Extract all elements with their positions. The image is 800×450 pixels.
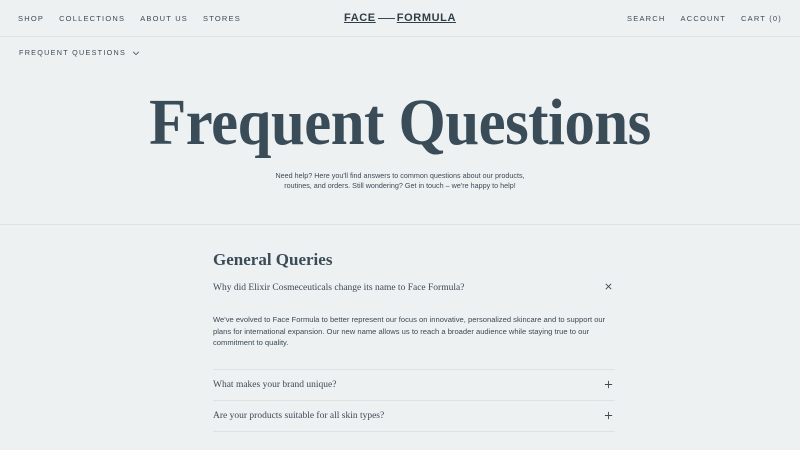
brand-logo[interactable]: FACE FORMULA bbox=[344, 11, 456, 25]
page-intro: Need help? Here you'll find answers to c… bbox=[275, 171, 525, 190]
nav-collections[interactable]: COLLECTIONS bbox=[59, 14, 125, 23]
nav-cart[interactable]: CART (0) bbox=[741, 14, 782, 23]
faq-answer: We've evolved to Face Formula to better … bbox=[213, 300, 615, 370]
faq-question-row[interactable]: What makes your brand unique? bbox=[213, 370, 615, 400]
subnav-dropdown[interactable]: FREQUENT QUESTIONS bbox=[19, 48, 140, 57]
faq-section: General Queries Why did Elixir Cosmeceut… bbox=[213, 250, 615, 432]
faq-question: Are your products suitable for all skin … bbox=[213, 410, 385, 421]
faq-question-row[interactable]: Are your products suitable for all skin … bbox=[213, 401, 615, 431]
nav-stores[interactable]: STORES bbox=[203, 14, 241, 23]
plus-icon[interactable] bbox=[604, 411, 613, 420]
faq-question: What makes your brand unique? bbox=[213, 379, 337, 390]
chevron-down-icon bbox=[133, 51, 140, 55]
close-icon[interactable] bbox=[604, 282, 613, 291]
faq-divider bbox=[213, 430, 615, 432]
plus-icon[interactable] bbox=[604, 380, 613, 389]
logo-word-left: FACE bbox=[344, 12, 376, 24]
nav-about-us[interactable]: ABOUT US bbox=[140, 14, 188, 23]
faq-question-row[interactable]: Why did Elixir Cosmeceuticals change its… bbox=[213, 276, 615, 300]
utility-nav: SEARCH ACCOUNT CART (0) bbox=[612, 14, 782, 23]
nav-shop[interactable]: SHOP bbox=[18, 14, 44, 23]
logo-word-right: FORMULA bbox=[396, 12, 456, 24]
nav-account[interactable]: ACCOUNT bbox=[681, 14, 726, 23]
section-divider bbox=[0, 224, 800, 225]
main-nav: SHOP COLLECTIONS ABOUT US STORES bbox=[18, 14, 256, 23]
faq-question: Why did Elixir Cosmeceuticals change its… bbox=[213, 283, 465, 293]
nav-search[interactable]: SEARCH bbox=[627, 14, 665, 23]
site-header: SHOP COLLECTIONS ABOUT US STORES FACE FO… bbox=[0, 0, 800, 37]
subnav-label: FREQUENT QUESTIONS bbox=[19, 48, 127, 57]
logo-line bbox=[377, 17, 395, 19]
page-title: Frequent Questions bbox=[149, 86, 651, 159]
faq-section-title: General Queries bbox=[213, 250, 333, 269]
